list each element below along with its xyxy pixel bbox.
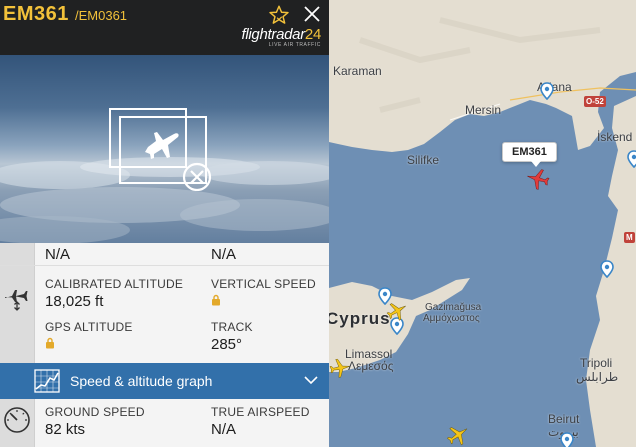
road-badge-m: M bbox=[624, 232, 635, 243]
lock-icon[interactable] bbox=[45, 337, 55, 349]
row-icon-column bbox=[0, 399, 35, 447]
true-airspeed: TRUE AIRSPEED N/A bbox=[211, 405, 310, 438]
city-label-mersin: Mersin bbox=[465, 103, 502, 117]
airport-pin-icon[interactable] bbox=[560, 432, 574, 447]
ground-speed: GROUND SPEED 82 kts bbox=[45, 405, 145, 438]
plane-icon[interactable] bbox=[329, 357, 351, 379]
vertical-speed-label: VERTICAL SPEED bbox=[211, 277, 316, 291]
selected-plane-icon[interactable] bbox=[526, 167, 550, 191]
city-label-silifke: Silifke bbox=[407, 153, 440, 167]
top-left-value: N/A bbox=[45, 246, 71, 263]
brand-number: 24 bbox=[304, 26, 321, 43]
city-label-lemesos: Λεμεσός bbox=[348, 359, 394, 373]
airport-pin-icon[interactable] bbox=[540, 82, 554, 100]
speed-altitude-graph-toggle[interactable]: Speed & altitude graph bbox=[0, 363, 329, 399]
flight-details-panel: EM361 /EM0361 flightradar24 LIVE AIR TRA… bbox=[0, 0, 329, 447]
top-right-value: N/A bbox=[211, 246, 237, 263]
graph-icon bbox=[34, 369, 60, 393]
calibrated-altitude-value: 18,025 ft bbox=[45, 293, 104, 310]
flightradar24-logo: flightradar24 bbox=[242, 26, 322, 43]
selected-flight-tag[interactable]: EM361 bbox=[502, 142, 557, 167]
lock-icon[interactable] bbox=[211, 294, 221, 306]
info-row-top: N/A N/A bbox=[0, 243, 329, 265]
ground-speed-value: 82 kts bbox=[45, 421, 86, 438]
true-airspeed-value: N/A bbox=[211, 421, 237, 438]
plane-icon[interactable] bbox=[446, 423, 470, 447]
brand-tagline: LIVE AIR TRAFFIC bbox=[268, 42, 321, 48]
close-icon[interactable] bbox=[302, 4, 322, 24]
panel-header: EM361 /EM0361 flightradar24 LIVE AIR TRA… bbox=[0, 0, 329, 55]
country-label-cyprus: Cyprus bbox=[326, 309, 391, 328]
airport-pin-icon[interactable] bbox=[600, 260, 614, 278]
chevron-down-icon bbox=[304, 376, 318, 385]
row-icon-column bbox=[0, 243, 35, 265]
gps-altitude-label: GPS ALTITUDE bbox=[45, 320, 133, 334]
airport-pin-icon[interactable] bbox=[627, 150, 636, 168]
speedometer-icon bbox=[4, 407, 30, 433]
aircraft-photo bbox=[0, 55, 329, 243]
flight-code: /EM0361 bbox=[75, 8, 128, 23]
flight-callsign: EM361 bbox=[3, 3, 69, 25]
city-label-karaman: Karaman bbox=[333, 64, 382, 78]
city-label-tripoli: Tripoli bbox=[580, 356, 613, 370]
ground-speed-label: GROUND SPEED bbox=[45, 405, 145, 419]
vertical-speed: VERTICAL SPEED bbox=[211, 277, 316, 311]
speed-section: GROUND SPEED 82 kts TRUE AIRSPEED N/A bbox=[0, 399, 329, 447]
city-label-beirut: Beirut bbox=[548, 412, 580, 426]
graph-toggle-label: Speed & altitude graph bbox=[70, 373, 213, 389]
city-label-tripoli-ar: طرابلس bbox=[576, 370, 619, 384]
altitude-section: CALIBRATED ALTITUDE 18,025 ft VERTICAL S… bbox=[0, 265, 329, 363]
city-label-ammochostos: Αμμόχωστος bbox=[423, 313, 480, 324]
track-label: TRACK bbox=[211, 320, 253, 334]
city-label-gazimagusa: Gazimağusa bbox=[425, 302, 482, 313]
row-icon-column bbox=[0, 266, 35, 363]
brand-name: flightradar bbox=[241, 26, 306, 43]
calibrated-altitude-label: CALIBRATED ALTITUDE bbox=[45, 277, 184, 291]
plane-icon[interactable] bbox=[386, 300, 408, 322]
road-badge-o52: O-52 bbox=[584, 96, 606, 107]
track: TRACK 285° bbox=[211, 320, 253, 353]
star-icon[interactable] bbox=[268, 4, 290, 26]
gps-altitude: GPS ALTITUDE bbox=[45, 320, 133, 354]
altitude-plane-icon bbox=[5, 290, 28, 311]
no-photo-icon bbox=[109, 108, 212, 191]
track-value: 285° bbox=[211, 336, 243, 353]
calibrated-altitude: CALIBRATED ALTITUDE 18,025 ft bbox=[45, 277, 183, 310]
true-airspeed-label: TRUE AIRSPEED bbox=[211, 405, 310, 419]
city-label-iskenderun: İskend bbox=[597, 130, 633, 144]
